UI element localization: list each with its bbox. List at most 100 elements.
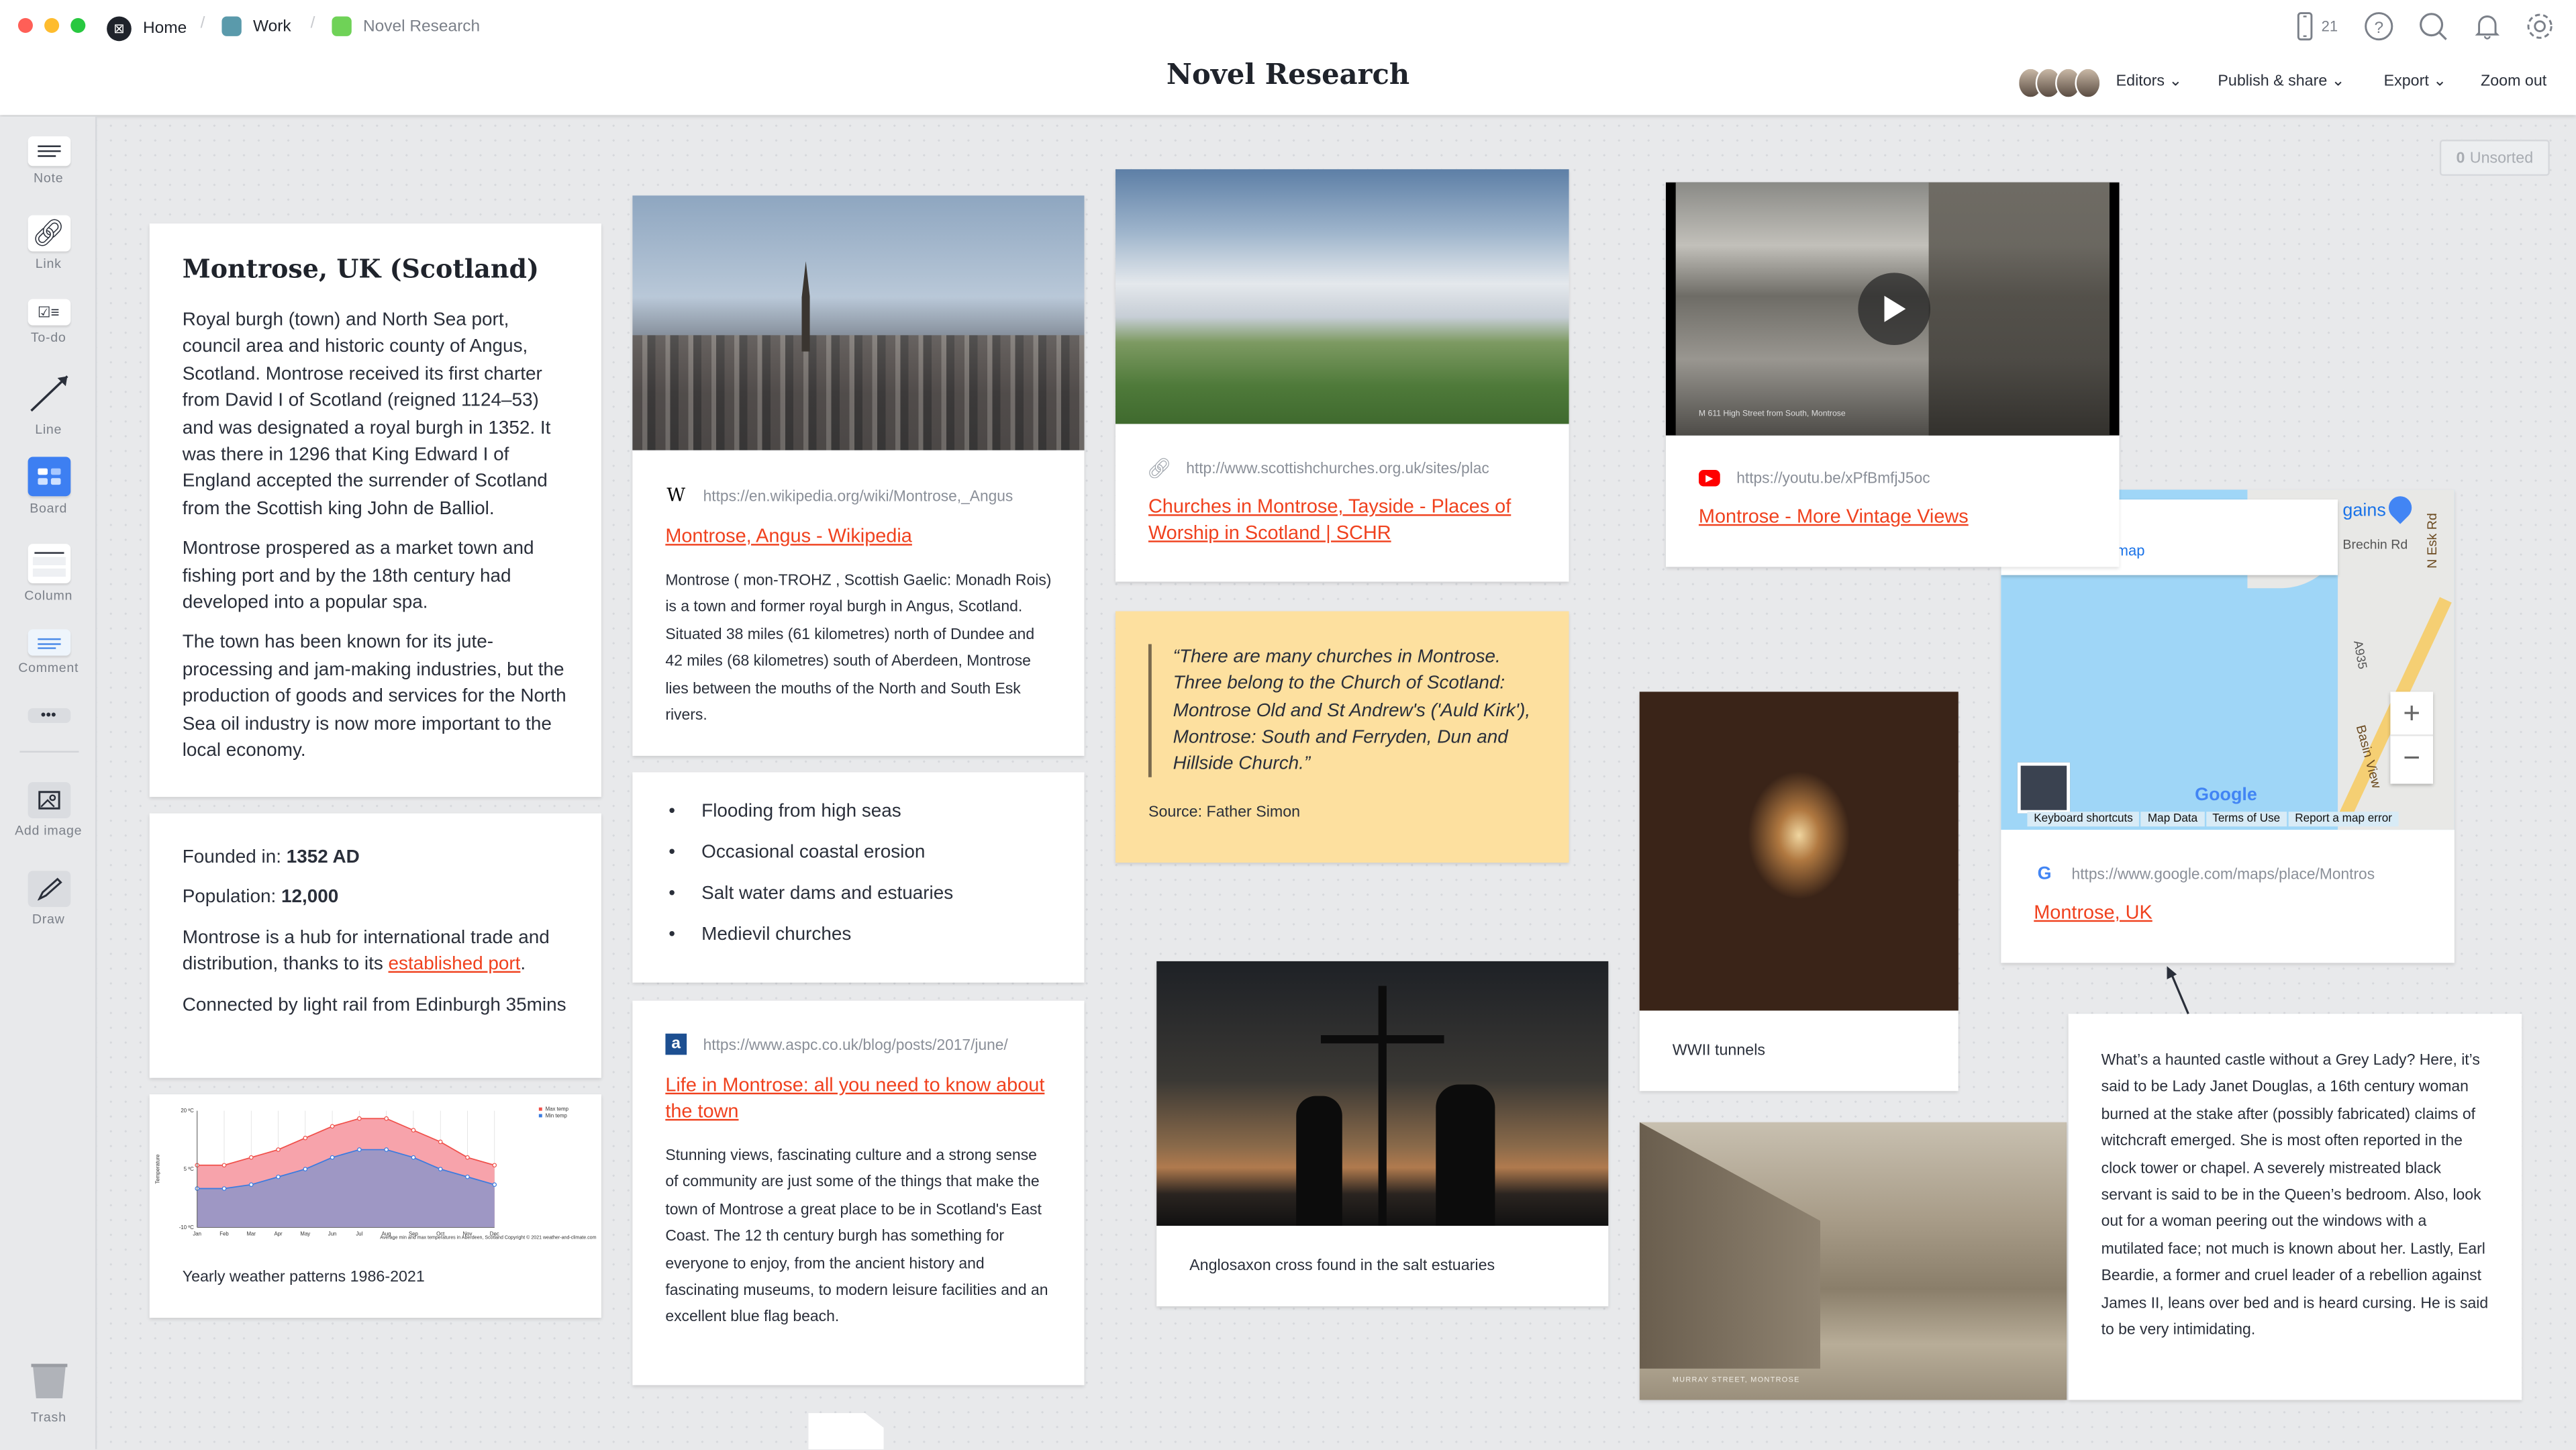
bell-icon[interactable]: [2473, 11, 2502, 41]
image-caption: WWII tunnels: [1672, 1041, 1766, 1060]
avatar: [2075, 67, 2101, 99]
link-title[interactable]: Life in Montrose: all you need to know a…: [665, 1071, 1051, 1124]
population-label: Population:: [182, 887, 281, 908]
data-point: [303, 1135, 308, 1141]
terms-of-use-link[interactable]: Terms of Use: [2206, 812, 2287, 827]
tool-note[interactable]: Note: [0, 136, 97, 186]
minimize-window-button[interactable]: [44, 17, 60, 33]
map-data-link[interactable]: Map Data: [2141, 812, 2205, 827]
close-window-button[interactable]: [17, 17, 33, 33]
x-tick-label: May: [300, 1231, 310, 1237]
url-text: https://www.aspc.co.uk/blog/posts/2017/j…: [703, 1036, 1008, 1053]
data-point: [357, 1116, 362, 1121]
data-point: [411, 1128, 416, 1132]
data-point: [248, 1182, 254, 1188]
map-zoom-in-button[interactable]: +: [2390, 691, 2433, 734]
link-title[interactable]: Montrose, Angus - Wikipedia: [665, 522, 1051, 548]
comment-icon: [27, 629, 70, 656]
zoom-out-button[interactable]: Zoom out: [2481, 72, 2546, 91]
video-card-youtube[interactable]: M 611 High Street from South, Montrose ▶…: [1665, 182, 2120, 567]
map-street-label: Brechin Rd: [2342, 537, 2408, 552]
image-caption: Yearly weather patterns 1986-2021: [182, 1268, 425, 1287]
data-point: [221, 1186, 227, 1191]
tool-column[interactable]: Column: [0, 544, 97, 603]
link-description: Montrose ( mon-TROHZ , Scottish Gaelic: …: [665, 570, 1052, 724]
google-logo: Google: [2195, 785, 2257, 806]
link-card-churches[interactable]: 🔗︎ http://www.scottishchurches.org.uk/sit…: [1115, 169, 1569, 582]
image-card-weather[interactable]: Jan Feb Mar Apr May Jun Jul Aug Sep Oct Nov Dec 20 º…: [149, 1094, 601, 1318]
note-card-facts[interactable]: Founded in: 1352 AD Population: 12,000 M…: [149, 813, 601, 1078]
gear-icon[interactable]: [2525, 11, 2555, 41]
image-card-tunnels[interactable]: WWII tunnels: [1639, 691, 1959, 1092]
publish-share-menu[interactable]: Publish & share ⌄: [2218, 72, 2344, 91]
data-point: [330, 1155, 335, 1160]
tool-link[interactable]: 🔗︎ Link: [0, 215, 97, 271]
maximize-window-button[interactable]: [70, 17, 86, 33]
youtube-icon: ▶: [1698, 470, 1720, 487]
connector-arrow[interactable]: [2152, 961, 2201, 1020]
report-map-error-link[interactable]: Report a map error: [2288, 812, 2399, 827]
image-card-cross[interactable]: Anglosaxon cross found in the salt estua…: [1156, 961, 1609, 1306]
google-icon: G: [2037, 863, 2052, 883]
document-card-partial[interactable]: [808, 1413, 884, 1449]
video-player[interactable]: M 611 High Street from South, Montrose: [1665, 182, 2120, 436]
note-paragraph: Montrose prospered as a market town and …: [182, 539, 534, 614]
established-port-link[interactable]: established port: [389, 955, 521, 975]
founded-line: Founded in: 1352 AD: [183, 844, 568, 871]
note-card-ghost[interactable]: What’s a haunted castle without a Grey L…: [2068, 1014, 2522, 1400]
link-title[interactable]: Montrose, UK: [2034, 899, 2422, 925]
breadcrumb-current-label: Novel Research: [362, 17, 481, 36]
tool-todo[interactable]: ☑︎≡ To-do: [0, 299, 97, 345]
link-card-wikipedia[interactable]: Whttps://en.wikipedia.org/wiki/Montrose,…: [632, 195, 1085, 756]
search-icon[interactable]: [2418, 11, 2448, 41]
more-tools-button[interactable]: •••: [0, 708, 97, 723]
tool-label: Link: [35, 256, 62, 271]
y-tick-label: 5 ºC: [184, 1166, 194, 1172]
tool-draw[interactable]: Draw: [0, 871, 97, 927]
breadcrumb-current[interactable]: Novel Research: [332, 16, 480, 36]
trash-button[interactable]: Trash: [0, 1362, 97, 1424]
link-card-aspc[interactable]: a https://www.aspc.co.uk/blog/posts/2017/…: [632, 1000, 1085, 1386]
map-zoom-out-button[interactable]: −: [2390, 734, 2434, 779]
note-card-montrose[interactable]: Montrose, UK (Scotland) Royal burgh (tow…: [149, 223, 601, 798]
export-label: Export: [2383, 72, 2429, 91]
link-title[interactable]: Churches in Montrose, Tayside - Places o…: [1148, 493, 1536, 545]
image-card-street[interactable]: MURRAY STREET, MONTROSE: [1639, 1122, 2067, 1400]
data-point: [465, 1174, 470, 1179]
tool-line[interactable]: Line: [0, 371, 97, 437]
svg-text:?: ?: [2374, 19, 2383, 37]
export-menu[interactable]: Export ⌄: [2384, 72, 2446, 91]
link-title[interactable]: Montrose - More Vintage Views: [1699, 503, 2087, 529]
editors-menu[interactable]: Editors ⌄: [2116, 72, 2182, 91]
tool-add-image[interactable]: Add image: [0, 782, 97, 838]
breadcrumb-home[interactable]: ⊠ Home: [107, 16, 187, 42]
note-text: What’s a haunted castle without a Grey L…: [2101, 1050, 2489, 1338]
data-point: [357, 1147, 362, 1152]
help-icon[interactable]: ?: [2364, 11, 2393, 41]
x-tick-label: Feb: [219, 1231, 229, 1237]
view-larger-map-link[interactable]: map: [2116, 542, 2145, 559]
y-tick-label: 20 ºC: [181, 1108, 194, 1114]
play-button[interactable]: [1858, 273, 1931, 346]
satellite-toggle[interactable]: [2017, 762, 2071, 814]
quote-card[interactable]: “There are many churches in Montrose. Th…: [1115, 611, 1569, 863]
hub-end: .: [520, 955, 526, 975]
unsorted-button[interactable]: 0 Unsorted: [2439, 140, 2550, 176]
tool-label: To-do: [30, 330, 66, 346]
breadcrumb-work[interactable]: Work: [221, 16, 291, 36]
tool-comment[interactable]: Comment: [0, 629, 97, 675]
editors-label: Editors: [2116, 72, 2165, 91]
note-card-bullets[interactable]: • Flooding from high seas • Occasional coa…: [632, 772, 1085, 983]
board-icon: [27, 456, 70, 497]
data-point: [411, 1155, 416, 1160]
tool-label: Column: [24, 588, 73, 603]
video-caption: M 611 High Street from South, Montrose: [1698, 409, 1846, 420]
keyboard-shortcuts-link[interactable]: Keyboard shortcuts: [2027, 812, 2140, 827]
mobile-icon[interactable]: [2293, 11, 2323, 41]
tool-board[interactable]: Board: [0, 456, 97, 516]
link-icon: 🔗︎: [27, 215, 70, 252]
note-paragraph: The town has been known for its jute-pro…: [182, 633, 566, 761]
checklist-icon: ☑︎≡: [27, 299, 70, 326]
data-point: [384, 1147, 389, 1152]
data-point: [276, 1147, 281, 1152]
